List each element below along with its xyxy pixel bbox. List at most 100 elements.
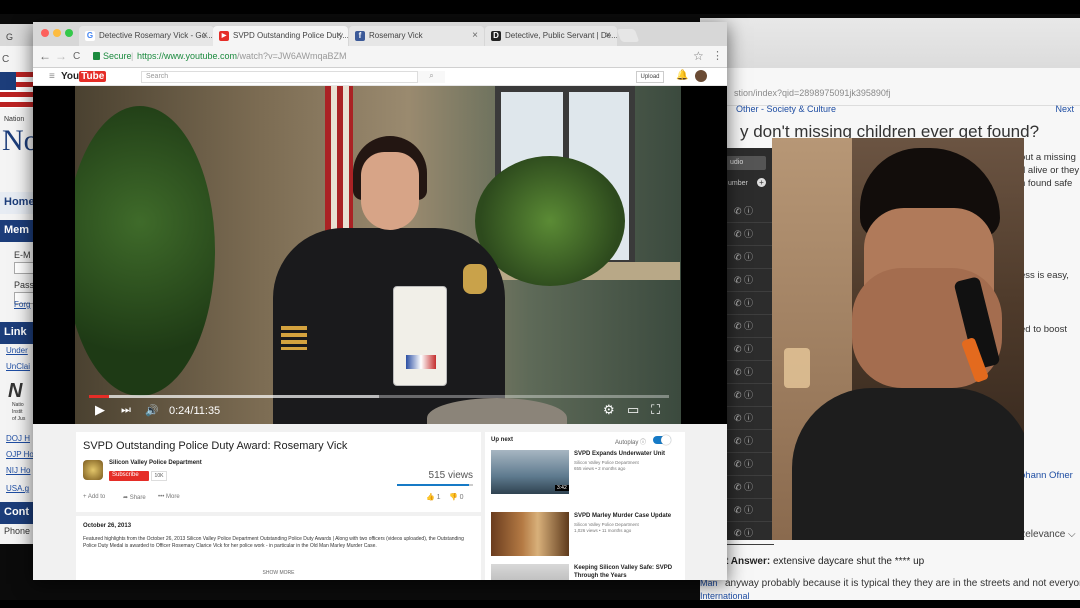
forgot-link[interactable]: Forg [14,300,30,309]
address-bar[interactable]: https://www.youtube.com/watch?v=JW6AWmqa… [137,51,347,61]
up-next-panel: Up next Autoplay ⓘ 3:42 SVPD Expands Und… [485,432,685,580]
theater-mode-icon[interactable]: ▭ [627,402,639,418]
up-next-item[interactable]: 3:42 SVPD Expands Underwater Unit Silico… [491,450,679,500]
bookmark-star-icon[interactable]: ☆ [693,49,704,63]
upload-button[interactable]: Upload [636,71,664,83]
gov-link[interactable]: OJP Ho [6,450,34,459]
contact-row[interactable]: ✆ ⓘ [726,503,774,522]
hamburger-menu-icon[interactable]: ≡ [49,71,55,82]
contact-row[interactable]: ✆ ⓘ [726,388,774,407]
new-tab-button[interactable] [616,29,640,42]
add-icon[interactable]: + [757,178,766,187]
video-player[interactable]: ▶ ⏭ 🔊 0:24/11:35 ⚙ ▭ ⛶ [33,86,727,424]
next-video-icon[interactable]: ⏭ [121,404,131,417]
medal-box [393,286,447,386]
next-link[interactable]: Next [1055,104,1074,114]
back-icon[interactable]: ← [39,49,51,63]
audio-label[interactable]: udio [726,156,766,170]
video-time: 0:24/11:35 [169,405,221,417]
view-count: 515 views [428,470,473,481]
link-item[interactable]: UnClai [6,362,30,371]
more-button[interactable]: ••• More [158,494,180,500]
tab-google[interactable]: G Detective Rosemary Vick - Go... × [79,26,214,46]
minimize-window-button[interactable] [53,29,61,37]
show-more-button[interactable]: SHOW MORE [76,570,481,576]
settings-icon[interactable]: ⚙ [603,402,615,418]
share-button[interactable]: ➦ Share [123,494,146,501]
like-count: 1 [436,494,441,501]
video-frame[interactable] [75,86,681,424]
contact-row[interactable]: ✆ ⓘ [726,342,774,361]
video-title[interactable]: SVPD Expands Underwater Unit [574,450,682,458]
dislike-button[interactable]: 👎 0 [449,493,464,501]
dislike-icon: 👎 [449,494,458,501]
video-title[interactable]: Keeping Silicon Valley Safe: SVPD Throug… [574,564,682,580]
contact-row[interactable]: ✆ ⓘ [726,411,774,430]
close-icon[interactable]: × [336,30,342,41]
video-thumbnail[interactable] [491,564,569,580]
channel-name[interactable]: Silicon Valley Police Department [109,460,202,466]
channel-name: Silicon Valley Police Department [574,522,639,527]
add-to-button[interactable]: + Add to [83,494,105,500]
tab-youtube[interactable]: ▶ SVPD Outstanding Police Duty... × [213,26,348,46]
avatar[interactable] [695,70,707,82]
subscribe-button[interactable]: Subscribe [109,471,149,481]
video-title: SVPD Outstanding Police Duty Award: Rose… [83,440,348,452]
reload-icon[interactable]: C [73,51,80,62]
contact-row[interactable]: ✆ ⓘ [726,434,774,453]
contact-row[interactable]: ✆ ⓘ [726,273,774,292]
link-item[interactable]: Under [6,346,28,355]
autoplay-toggle[interactable] [653,435,671,445]
gov-link[interactable]: USA.g [6,484,29,493]
number-field[interactable]: umber + [726,176,770,190]
email-label: E-M [14,250,31,260]
gov-link[interactable]: DOJ H [6,434,30,443]
fullscreen-icon[interactable]: ⛶ [651,402,660,418]
contact-row[interactable]: ✆ ⓘ [726,250,774,269]
tab-label: SVPD Outstanding Police Duty... [233,31,348,40]
answer-snippet: n found safe [1020,178,1073,189]
video-title[interactable]: SVPD Marley Murder Case Update [574,512,682,520]
contact-row[interactable]: ✆ ⓘ [726,365,774,384]
forward-icon[interactable]: → [55,49,67,63]
info-icon[interactable]: ⓘ [640,440,646,446]
volume-icon[interactable]: 🔊 [145,404,159,417]
play-icon[interactable]: ▶ [95,402,105,418]
maximize-window-button[interactable] [65,29,73,37]
up-next-item[interactable]: Keeping Silicon Valley Safe: SVPD Throug… [491,564,679,580]
bell-icon[interactable]: 🔔 [676,70,688,81]
close-window-button[interactable] [41,29,49,37]
like-button[interactable]: 👍 1 [426,493,441,501]
contact-row[interactable]: ✆ ⓘ [726,296,774,315]
sort-relevance-dropdown[interactable]: Relevance ⌵ [1018,529,1076,540]
category-breadcrumb[interactable]: Other - Society & Culture [736,104,836,114]
up-next-item[interactable]: SVPD Marley Murder Case Update Silicon V… [491,512,679,562]
close-icon[interactable]: × [605,30,611,41]
autoplay-text: Autoplay [615,440,639,446]
contact-row[interactable]: ✆ ⓘ [726,480,774,499]
tab-imdb[interactable]: D Detective, Public Servant | De... × [485,26,617,46]
channel-logo[interactable] [83,460,103,480]
nij-sub: of Jus [12,416,26,422]
tab-label: Detective, Public Servant | De... [505,31,617,40]
youtube-logo[interactable]: You Tube [61,71,107,82]
search-input[interactable]: Search [141,71,445,83]
phone-label: Phone [4,526,31,536]
contact-row[interactable]: ✆ ⓘ [726,319,774,338]
contact-row[interactable]: ✆ ⓘ [726,227,774,246]
contact-row[interactable]: ✆ ⓘ [726,204,774,223]
video-thumbnail[interactable] [491,512,569,556]
close-icon[interactable]: × [202,30,208,41]
tab-facebook[interactable]: f Rosemary Vick × [349,26,484,46]
video-progress-bar[interactable] [89,395,669,398]
password-label: Pass [14,280,35,290]
contact-row[interactable]: ✆ ⓘ [726,457,774,476]
search-icon[interactable]: ⌕ [417,71,445,83]
chrome-menu-icon[interactable]: ⋮ [712,49,723,62]
url-path: /watch?v=JW6AWmqaBZM [237,51,347,61]
answerer-link[interactable]: ohann Ofner [1020,470,1073,481]
secure-label: Secure [103,51,132,61]
close-icon[interactable]: × [472,30,478,41]
gov-link[interactable]: NIJ Ho [6,466,30,475]
contact-row[interactable]: ✆ ⓘ [726,526,774,545]
